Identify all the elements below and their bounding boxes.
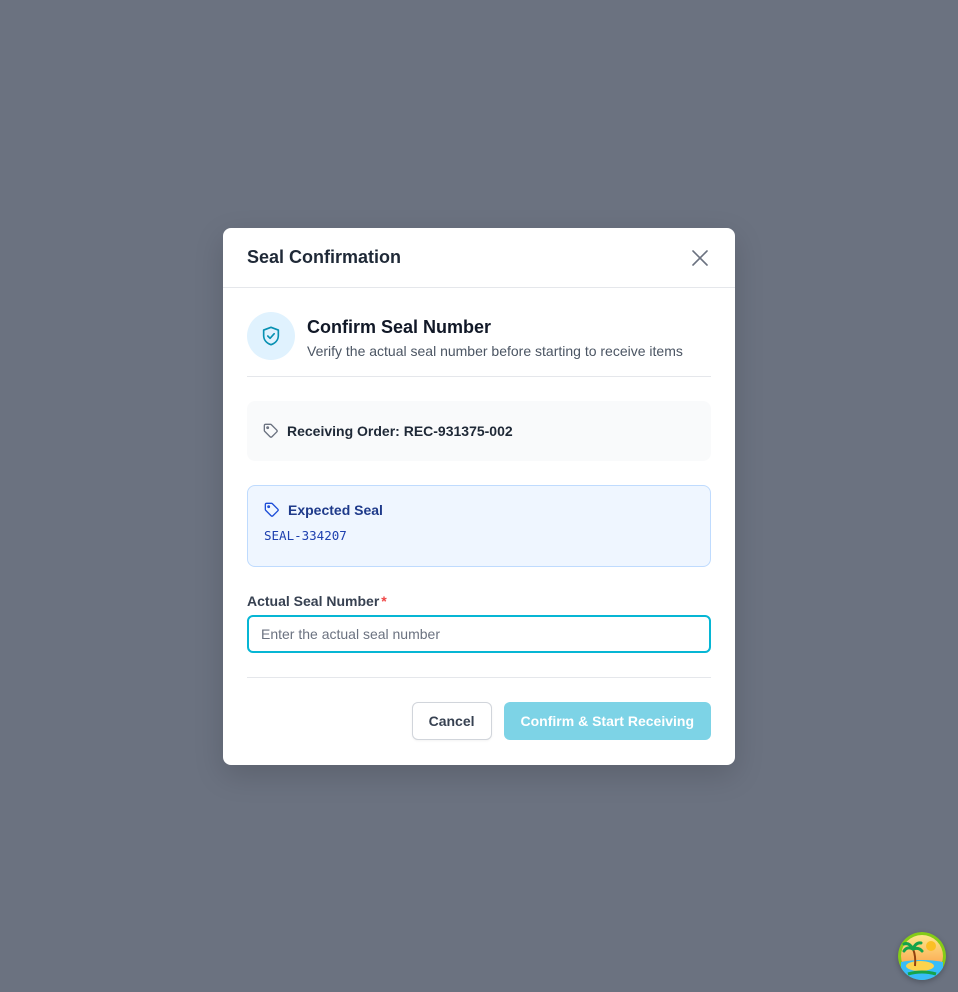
intro-section: Confirm Seal Number Verify the actual se… <box>247 312 711 377</box>
actual-seal-label-text: Actual Seal Number <box>247 593 380 609</box>
actual-seal-label: Actual Seal Number * <box>247 593 711 609</box>
expected-seal-value: SEAL-334207 <box>264 528 347 543</box>
actual-seal-input[interactable] <box>247 615 711 653</box>
expected-seal-header: Expected Seal <box>264 502 694 518</box>
expected-seal-box: Expected Seal SEAL-334207 <box>247 485 711 567</box>
close-button[interactable] <box>688 246 712 270</box>
confirm-start-receiving-button[interactable]: Confirm & Start Receiving <box>503 702 711 740</box>
tag-icon <box>263 423 278 438</box>
tag-icon <box>264 502 279 517</box>
modal-title: Seal Confirmation <box>247 247 402 267</box>
receiving-order-box: Receiving Order: REC-931375-002 <box>247 401 711 461</box>
intro-text: Confirm Seal Number Verify the actual se… <box>307 312 683 360</box>
expected-seal-label: Expected Seal <box>288 502 383 518</box>
shield-check-icon <box>247 312 295 360</box>
modal-footer: Cancel Confirm & Start Receiving <box>247 677 711 740</box>
required-marker: * <box>381 593 387 609</box>
intro-subtitle: Verify the actual seal number before sta… <box>307 343 683 359</box>
modal-body: Confirm Seal Number Verify the actual se… <box>223 288 735 740</box>
intro-title: Confirm Seal Number <box>307 317 492 337</box>
close-icon <box>692 249 708 266</box>
seal-confirmation-modal: Seal Confirmation Confirm Seal Number Ve… <box>223 228 735 765</box>
cancel-button[interactable]: Cancel <box>411 702 492 740</box>
tropical-island-avatar-icon[interactable] <box>898 932 946 980</box>
receiving-order-text: Receiving Order: REC-931375-002 <box>287 423 513 439</box>
modal-header: Seal Confirmation <box>223 228 735 288</box>
